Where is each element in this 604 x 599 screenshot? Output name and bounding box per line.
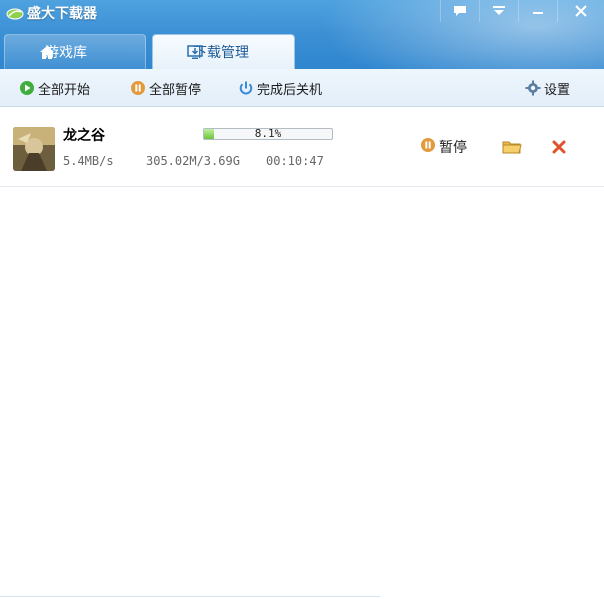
download-speed: 5.4MB/s <box>63 154 114 168</box>
settings-button[interactable]: 设置 <box>525 69 570 107</box>
download-progress-bar: 8.1% <box>203 127 333 140</box>
window-controls <box>440 0 604 22</box>
start-all-label: 全部开始 <box>38 82 91 98</box>
pause-all-label: 全部暂停 <box>149 82 202 98</box>
pause-icon <box>420 137 436 157</box>
download-size: 305.02M/3.69G <box>146 154 240 168</box>
dropdown-menu-icon[interactable] <box>479 0 518 22</box>
title-bar[interactable]: 盛大下载器 游戏库 下载管理 <box>0 0 604 69</box>
downloader-window: 盛大下载器 游戏库 下载管理 全部开始 全部暂停 完成后关机 设置 龙之谷 8.… <box>0 0 604 599</box>
time-remaining: 00:10:47 <box>266 154 324 168</box>
message-icon[interactable] <box>440 0 479 22</box>
monitor-download-icon <box>187 45 203 64</box>
download-item[interactable]: 龙之谷 8.1% 5.4MB/s 305.02M/3.69G 00:10:47 … <box>0 107 604 187</box>
game-name: 龙之谷 <box>63 128 105 144</box>
pause-label: 暂停 <box>439 140 467 156</box>
progress-percent: 8.1% <box>254 127 282 140</box>
app-title: 盛大下载器 <box>27 6 97 22</box>
game-thumbnail <box>13 127 55 171</box>
settings-label: 设置 <box>544 82 571 98</box>
pause-all-button[interactable]: 全部暂停 <box>130 69 201 107</box>
shanda-logo-icon <box>6 6 24 20</box>
shutdown-label: 完成后关机 <box>257 82 323 98</box>
home-icon <box>39 45 55 64</box>
bottom-divider <box>0 596 380 597</box>
toolbar: 全部开始 全部暂停 完成后关机 设置 <box>0 69 604 107</box>
tab-game-library[interactable]: 游戏库 <box>4 34 146 69</box>
delete-icon[interactable] <box>551 139 567 159</box>
start-all-button[interactable]: 全部开始 <box>19 69 90 107</box>
gear-icon <box>525 80 541 96</box>
minimize-icon[interactable] <box>518 0 557 22</box>
play-icon <box>19 80 35 96</box>
tab-download-manager[interactable]: 下载管理 <box>152 34 295 69</box>
shutdown-after-complete-button[interactable]: 完成后关机 <box>238 69 322 107</box>
close-icon[interactable] <box>557 0 604 22</box>
pause-button[interactable]: 暂停 <box>420 137 467 157</box>
open-folder-icon[interactable] <box>502 139 522 159</box>
power-icon <box>238 80 254 96</box>
pause-icon <box>130 80 146 96</box>
